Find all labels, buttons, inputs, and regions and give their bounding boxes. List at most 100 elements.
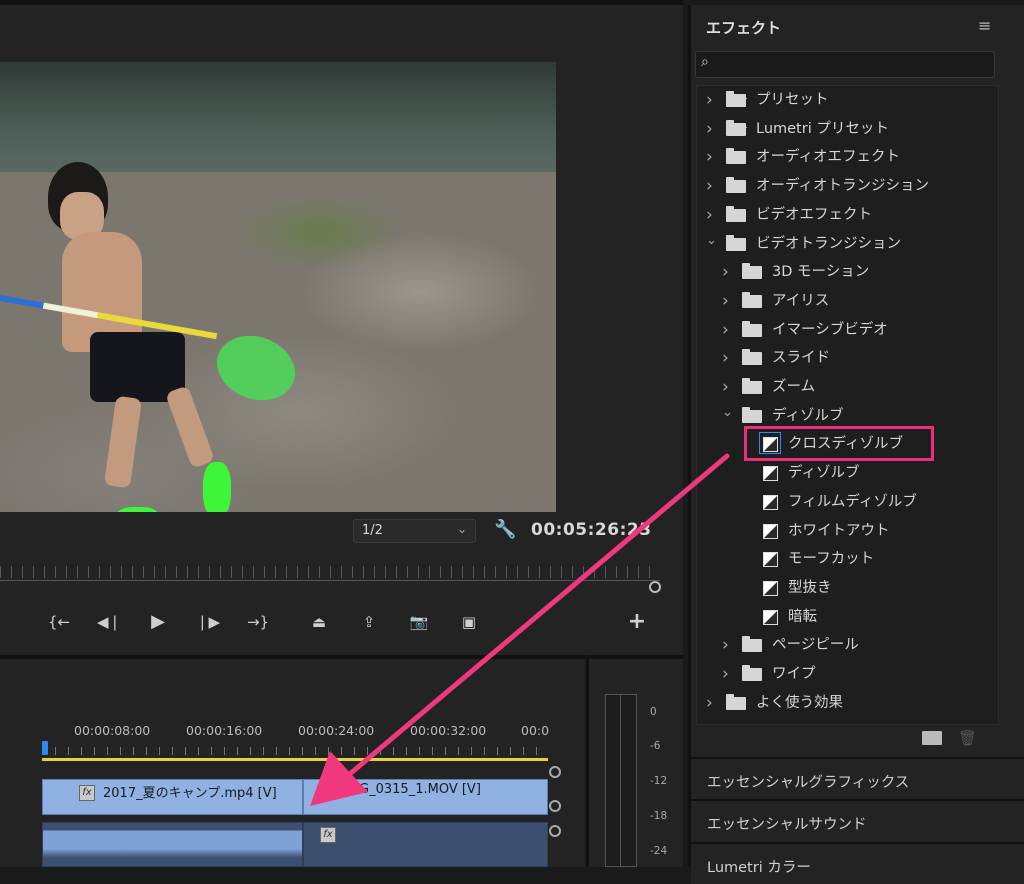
star-icon: ★: [740, 95, 749, 105]
zoom-select[interactable]: 1/2 ⌄: [353, 519, 476, 543]
chevron-right-icon[interactable]: ›: [722, 346, 734, 370]
search-icon: ⌕: [701, 54, 709, 70]
chevron-right-icon[interactable]: ›: [722, 260, 734, 284]
tree-item-label: よく使う効果: [756, 694, 843, 711]
meter-label: -12: [650, 775, 668, 787]
ruler-label: 00:0: [521, 723, 550, 738]
add-icon[interactable]: +: [624, 610, 650, 634]
tree-item[interactable]: ⌄ ディゾルブ: [722, 404, 1002, 428]
scroll-handle[interactable]: [549, 766, 561, 778]
folder-icon: [726, 693, 746, 710]
tree-item[interactable]: ⌄ ビデオトランジション: [706, 232, 986, 256]
panel-title: エフェクト: [706, 19, 782, 37]
chevron-right-icon[interactable]: ›: [722, 289, 734, 313]
tree-item-label: 型抜き: [788, 579, 832, 596]
tree-item-label: モーフカット: [788, 551, 875, 568]
trash-icon[interactable]: 🗑: [958, 729, 977, 747]
chevron-right-icon[interactable]: ›: [706, 145, 718, 169]
transition-icon: [763, 552, 778, 568]
chevron-right-icon[interactable]: ›: [706, 117, 718, 141]
tree-item-label: 3D モーション: [772, 264, 870, 281]
tree-item[interactable]: › ★ プリセット: [706, 88, 986, 112]
tree-item-label: ページピール: [772, 637, 859, 654]
tree-item[interactable]: › ビデオエフェクト: [706, 203, 986, 227]
tree-item-label: ホワイトアウト: [788, 522, 890, 539]
chevron-right-icon[interactable]: ›: [706, 88, 718, 112]
tree-item[interactable]: ホワイトアウト: [761, 519, 1024, 543]
chevron-down-icon: ⌄: [456, 522, 467, 536]
tree-item-label: ディゾルブ: [788, 465, 860, 482]
scroll-handle[interactable]: [549, 800, 561, 812]
chevron-right-icon[interactable]: ›: [706, 174, 718, 198]
camera-icon[interactable]: 📷: [406, 610, 432, 634]
folder-icon: [742, 320, 762, 337]
lift-icon[interactable]: ⏏: [306, 610, 332, 634]
chevron-right-icon[interactable]: ›: [706, 203, 718, 227]
tree-item[interactable]: › アイリス: [722, 289, 1002, 313]
play-icon[interactable]: ▶: [145, 610, 171, 634]
tree-item-label: アイリス: [772, 292, 830, 309]
tree-item-label: プリセット: [756, 92, 829, 108]
panel-menu-icon[interactable]: ≡: [978, 16, 991, 35]
tree-item[interactable]: › 3D モーション: [722, 260, 1002, 284]
chevron-right-icon[interactable]: ›: [722, 318, 734, 342]
tree-item[interactable]: › オーディオエフェクト: [706, 145, 986, 169]
transition-icon: [763, 609, 778, 625]
tree-item[interactable]: › スライド: [722, 346, 1002, 370]
mark-in-icon[interactable]: {←: [46, 610, 72, 634]
video-preview: [0, 62, 556, 512]
chevron-down-icon[interactable]: ⌄: [722, 401, 734, 425]
chevron-right-icon[interactable]: ›: [722, 662, 734, 686]
video-clip-1[interactable]: fx 2017_夏のキャンプ.mp4 [V]: [42, 779, 303, 815]
extract-icon[interactable]: ⇪: [356, 610, 382, 634]
tree-item[interactable]: モーフカット: [761, 547, 1024, 571]
ruler-label: 00:00:24:00: [298, 723, 375, 738]
folder-icon: [726, 205, 746, 222]
scrub-bar[interactable]: [0, 566, 660, 581]
chevron-right-icon[interactable]: ›: [722, 375, 734, 399]
meter-label: -24: [650, 845, 668, 857]
scroll-handle[interactable]: [549, 825, 561, 837]
tree-item[interactable]: › よく使う効果: [706, 691, 986, 715]
tree-item-label: イマーシブビデオ: [772, 321, 888, 338]
tree-item[interactable]: › ズーム: [722, 375, 1002, 399]
panel-essential-sound[interactable]: エッセンシャルサウンド: [691, 799, 1024, 841]
tree-item[interactable]: › ワイプ: [722, 662, 1002, 686]
audio-clip-1[interactable]: [42, 822, 303, 867]
scrub-zoom-handle[interactable]: [649, 581, 661, 593]
audio-clip-2[interactable]: fx: [303, 822, 548, 867]
selected-item-outline: [759, 432, 781, 454]
folder-icon: [742, 665, 762, 681]
chevron-right-icon[interactable]: ›: [722, 633, 734, 657]
chevron-down-icon[interactable]: ⌄: [706, 229, 718, 253]
tree-item[interactable]: ディゾルブ: [761, 461, 1024, 485]
video-clip-2[interactable]: IMG_0315_1.MOV [V]: [303, 779, 548, 815]
folder-icon: [726, 234, 746, 251]
timecode: 00:05:26:23: [531, 520, 652, 540]
tree-item[interactable]: › ★ Lumetri プリセット: [706, 117, 986, 141]
panel-lumetri-color[interactable]: Lumetri カラー: [691, 842, 1024, 884]
transition-icon: [763, 580, 778, 596]
playhead[interactable]: [42, 741, 48, 755]
new-bin-icon[interactable]: [922, 731, 942, 745]
ruler-label: 00:00:16:00: [186, 723, 263, 738]
preset-folder-icon: ★: [726, 119, 748, 136]
tree-item[interactable]: 暗転: [761, 605, 1024, 629]
work-area-bar[interactable]: [42, 758, 548, 761]
tree-item[interactable]: › イマーシブビデオ: [722, 318, 1002, 342]
compare-icon[interactable]: ▣: [456, 610, 482, 634]
step-forward-icon[interactable]: ❘▶: [195, 610, 221, 634]
mark-out-icon[interactable]: →}: [245, 610, 271, 634]
tree-item[interactable]: フィルムディゾルブ: [761, 490, 1024, 514]
wrench-icon[interactable]: 🔧: [494, 519, 516, 540]
step-back-icon[interactable]: ◀❘: [96, 610, 122, 634]
tree-item[interactable]: 型抜き: [761, 576, 1024, 600]
time-ruler[interactable]: [42, 747, 548, 755]
panel-essential-graphics[interactable]: エッセンシャルグラフィックス: [691, 757, 1024, 799]
tree-item[interactable]: › ページピール: [722, 633, 1002, 657]
chevron-right-icon[interactable]: ›: [706, 691, 718, 715]
effects-search-input[interactable]: ⌕: [695, 51, 995, 78]
tree-item-label: 暗転: [788, 608, 817, 625]
tree-item-label: フィルムディゾルブ: [788, 493, 917, 510]
tree-item[interactable]: › オーディオトランジション: [706, 174, 986, 198]
